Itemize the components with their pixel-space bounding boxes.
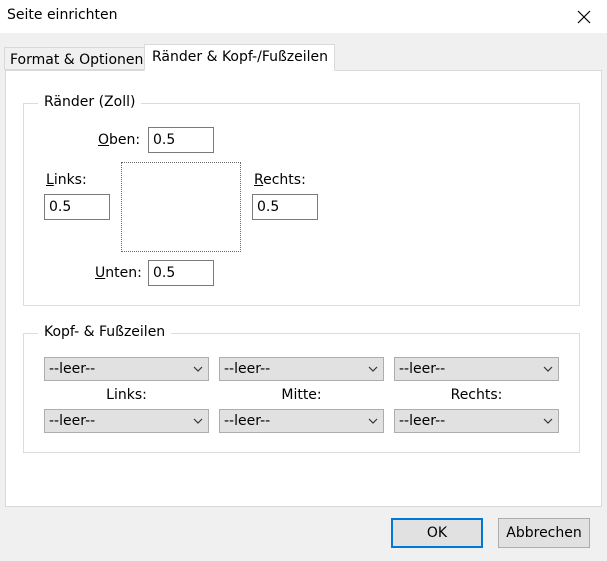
left-column-label: Links:	[106, 387, 147, 403]
chevron-down-icon	[543, 418, 553, 424]
left-margin-input[interactable]	[44, 194, 110, 220]
header-left-value: --leer--	[49, 361, 96, 377]
footer-right-select[interactable]: --leer--	[394, 409, 559, 433]
top-margin-input[interactable]	[148, 127, 214, 153]
header-center-value: --leer--	[224, 361, 271, 377]
header-right-value: --leer--	[399, 361, 446, 377]
ok-button[interactable]: OK	[391, 518, 483, 548]
margins-group-legend: Ränder (Zoll)	[38, 94, 142, 110]
center-column-label: Mitte:	[281, 387, 322, 403]
chevron-down-icon	[193, 418, 203, 424]
header-right-select[interactable]: --leer--	[394, 357, 559, 381]
left-margin-label: Links:	[46, 172, 87, 188]
chevron-down-icon	[193, 366, 203, 372]
bottom-margin-label: Unten:	[95, 265, 142, 281]
chevron-down-icon	[368, 366, 378, 372]
footer-center-select[interactable]: --leer--	[219, 409, 384, 433]
top-margin-label: Oben:	[98, 132, 141, 148]
bottom-margin-input[interactable]	[148, 260, 214, 286]
footer-center-value: --leer--	[224, 413, 271, 429]
right-margin-label: Rechts:	[254, 172, 306, 188]
right-margin-input[interactable]	[252, 194, 318, 220]
footer-left-value: --leer--	[49, 413, 96, 429]
footer-right-value: --leer--	[399, 413, 446, 429]
header-footer-group-legend: Kopf- & Fußzeilen	[38, 324, 172, 340]
chevron-down-icon	[543, 366, 553, 372]
tab-format-options[interactable]: Format & Optionen	[4, 47, 148, 70]
cancel-button[interactable]: Abbrechen	[498, 518, 590, 548]
tab-margins-header-footer[interactable]: Ränder & Kopf-/Fußzeilen	[144, 44, 336, 71]
margin-preview	[121, 162, 241, 252]
header-left-select[interactable]: --leer--	[44, 357, 209, 381]
close-button[interactable]	[561, 0, 607, 33]
chevron-down-icon	[368, 418, 378, 424]
header-center-select[interactable]: --leer--	[219, 357, 384, 381]
close-icon	[577, 10, 591, 23]
window-title: Seite einrichten	[7, 7, 118, 23]
footer-left-select[interactable]: --leer--	[44, 409, 209, 433]
title-bar: Seite einrichten	[0, 0, 607, 33]
right-column-label: Rechts:	[450, 387, 503, 403]
